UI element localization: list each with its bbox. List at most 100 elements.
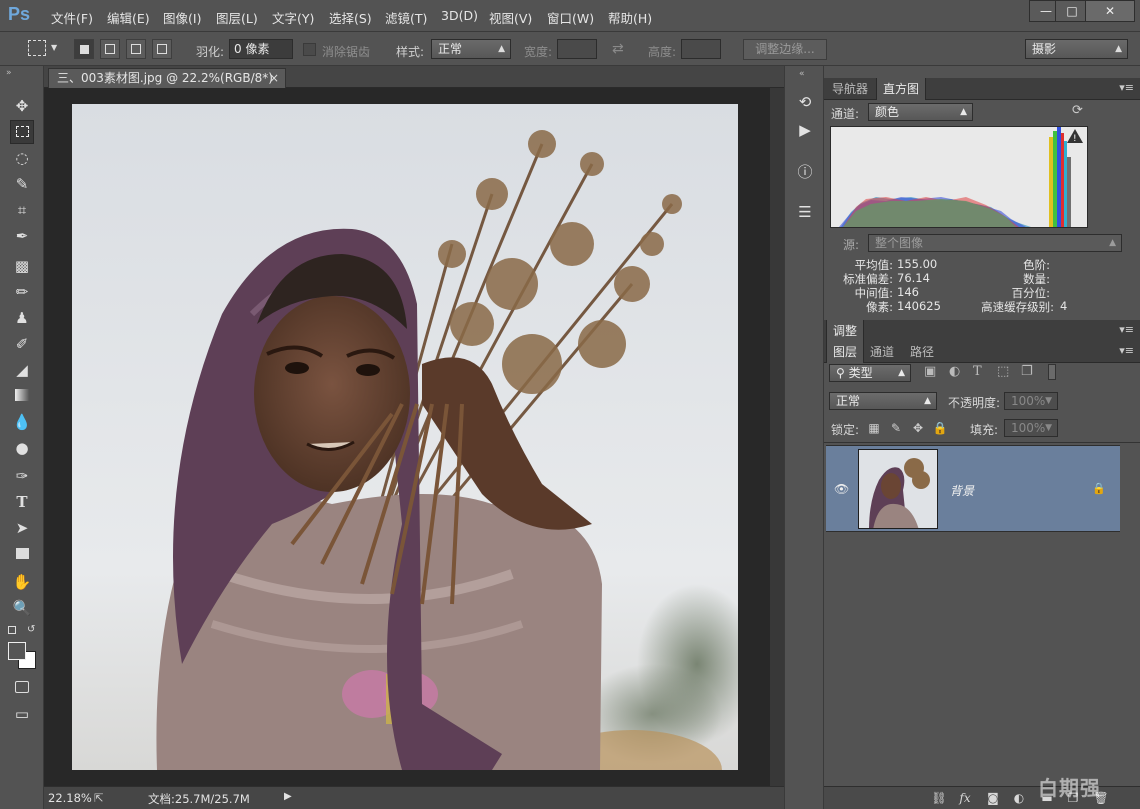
healing-brush-tool-icon[interactable]: ▩ — [10, 254, 34, 278]
menu-layer[interactable]: 图层(L) — [216, 8, 258, 27]
new-adjustment-icon[interactable]: ◐ — [1010, 790, 1028, 806]
rectangle-tool-icon[interactable] — [10, 542, 34, 566]
move-tool-icon[interactable]: ✥ — [10, 94, 34, 118]
source-select[interactable]: 整个图像 ▲ — [868, 234, 1122, 252]
refine-edge-button[interactable]: 调整边缘... — [743, 39, 827, 60]
layer-name[interactable]: 背景 — [950, 482, 974, 499]
quick-select-tool-icon[interactable]: ✎ — [10, 172, 34, 196]
menu-image[interactable]: 图像(I) — [163, 8, 201, 27]
close-tab-icon[interactable]: × — [269, 69, 279, 87]
workspace-select[interactable]: 摄影 ▲ — [1025, 39, 1128, 59]
filter-toggle-icon[interactable] — [1048, 364, 1056, 380]
crop-tool-icon[interactable]: ⌗ — [10, 198, 34, 222]
maximize-button[interactable]: □ — [1055, 0, 1089, 22]
eraser-tool-icon[interactable]: ◢ — [10, 358, 34, 382]
tab-navigator[interactable]: 导航器 — [826, 78, 874, 100]
link-layers-icon[interactable]: ⛓ — [930, 790, 948, 806]
menu-file[interactable]: 文件(F) — [51, 8, 93, 27]
eyedropper-tool-icon[interactable]: ✒ — [10, 224, 34, 248]
channel-select[interactable]: 颜色 ▲ — [868, 103, 973, 121]
intersect-selection-icon[interactable] — [152, 39, 172, 59]
new-selection-icon[interactable] — [74, 39, 94, 59]
path-select-tool-icon[interactable]: ➤ — [10, 516, 34, 540]
swap-colors-icon[interactable]: ↺ — [27, 624, 35, 635]
filter-shape-icon[interactable]: ⬚ — [997, 364, 1009, 379]
opacity-input[interactable]: 100% ▼ — [1004, 392, 1058, 410]
pixels-value: 140625 — [897, 299, 941, 313]
history-panel-icon[interactable]: ⟲ — [793, 90, 817, 114]
height-input[interactable] — [681, 39, 721, 59]
vertical-scrollbar[interactable] — [770, 88, 784, 786]
default-colors-icon[interactable] — [8, 626, 16, 634]
screen-mode-icon[interactable]: ▭ — [10, 702, 34, 726]
expand-panels-icon[interactable]: « — [799, 69, 805, 79]
quick-mask-icon[interactable] — [10, 676, 34, 700]
lock-transparent-icon[interactable]: ▦ — [866, 421, 882, 437]
swap-icon[interactable]: ⇄ — [612, 41, 624, 57]
tab-adjustments[interactable]: 调整 — [826, 320, 865, 342]
gradient-tool-icon[interactable] — [10, 384, 34, 408]
dodge-tool-icon[interactable]: ● — [10, 436, 34, 460]
collapse-toolbar-icon[interactable]: » — [6, 68, 12, 78]
zoom-tool-icon[interactable]: 🔍 — [10, 596, 34, 620]
foreground-color-swatch[interactable] — [8, 642, 26, 660]
feather-input[interactable]: 0 像素 — [229, 39, 293, 59]
adjustments-panel-menu-icon[interactable]: ▾≡ — [1119, 323, 1134, 336]
filter-pixel-icon[interactable]: ▣ — [924, 364, 936, 379]
clone-stamp-tool-icon[interactable]: ♟ — [10, 306, 34, 330]
pen-tool-icon[interactable]: ✑ — [10, 464, 34, 488]
menu-help[interactable]: 帮助(H) — [608, 8, 652, 27]
filter-type-icon[interactable]: T — [973, 364, 982, 379]
menu-view[interactable]: 视图(V) — [489, 8, 532, 27]
type-tool-icon[interactable]: T — [10, 490, 34, 514]
filter-adjustment-icon[interactable]: ◐ — [949, 364, 960, 379]
status-arrow-icon[interactable]: ▶ — [284, 791, 292, 802]
antialias-checkbox[interactable] — [303, 43, 316, 56]
history-brush-tool-icon[interactable]: ✐ — [10, 332, 34, 356]
menu-type[interactable]: 文字(Y) — [272, 8, 314, 27]
layer-row-background[interactable]: 👁 背景 🔒 — [826, 445, 1120, 532]
preset-dropdown-icon[interactable]: ▼ — [51, 43, 57, 52]
rect-marquee-preset-icon[interactable] — [28, 40, 46, 56]
menu-select[interactable]: 选择(S) — [329, 8, 372, 27]
opacity-label: 不透明度: — [948, 396, 1001, 410]
width-input[interactable] — [557, 39, 597, 59]
close-button[interactable]: ✕ — [1085, 0, 1135, 22]
menu-3d[interactable]: 3D(D) — [441, 8, 478, 23]
menu-edit[interactable]: 编辑(E) — [107, 8, 150, 27]
tab-layers[interactable]: 图层 — [826, 341, 865, 363]
lock-all-icon[interactable]: 🔒 — [932, 421, 948, 437]
lock-position-icon[interactable]: ✥ — [910, 421, 926, 437]
hand-tool-icon[interactable]: ✋ — [10, 570, 34, 594]
menu-filter[interactable]: 滤镜(T) — [385, 8, 427, 27]
info-panel-icon[interactable]: ⓘ — [793, 160, 817, 184]
layer-style-icon[interactable]: fx — [956, 790, 974, 806]
properties-panel-icon[interactable]: ☰ — [793, 200, 817, 224]
fill-input[interactable]: 100% ▼ — [1004, 419, 1058, 437]
lasso-tool-icon[interactable]: ◌ — [10, 146, 34, 170]
layer-filter-select[interactable]: ⚲ 类型 ▲ — [829, 364, 911, 382]
document-tab[interactable]: 三、003素材图.jpg @ 22.2%(RGB/8*) × — [48, 68, 286, 88]
tab-channels[interactable]: 通道 — [864, 341, 900, 363]
blend-mode-select[interactable]: 正常 ▲ — [829, 392, 937, 410]
filter-smart-object-icon[interactable]: ❐ — [1021, 364, 1033, 379]
tab-paths[interactable]: 路径 — [904, 341, 940, 363]
brush-tool-icon[interactable]: ✏ — [10, 280, 34, 304]
add-selection-icon[interactable] — [100, 39, 120, 59]
export-icon[interactable]: ⇱ — [94, 791, 104, 805]
lock-image-icon[interactable]: ✎ — [888, 421, 904, 437]
style-select[interactable]: 正常 ▲ — [431, 39, 511, 59]
rect-marquee-tool-icon[interactable] — [10, 120, 34, 144]
refresh-icon[interactable]: ⟳ — [1072, 103, 1083, 118]
blur-tool-icon[interactable]: 💧 — [10, 410, 34, 434]
tab-histogram[interactable]: 直方图 — [876, 78, 927, 100]
add-mask-icon[interactable]: ◙ — [984, 790, 1002, 806]
menu-window[interactable]: 窗口(W) — [547, 8, 594, 27]
subtract-selection-icon[interactable] — [126, 39, 146, 59]
image-canvas[interactable] — [72, 104, 738, 770]
layers-panel-menu-icon[interactable]: ▾≡ — [1119, 344, 1134, 357]
histogram-panel-menu-icon[interactable]: ▾≡ — [1119, 81, 1134, 94]
actions-panel-icon[interactable]: ▶ — [793, 118, 817, 142]
zoom-level[interactable]: 22.18% — [48, 791, 92, 805]
visibility-eye-icon[interactable]: 👁 — [834, 482, 849, 496]
